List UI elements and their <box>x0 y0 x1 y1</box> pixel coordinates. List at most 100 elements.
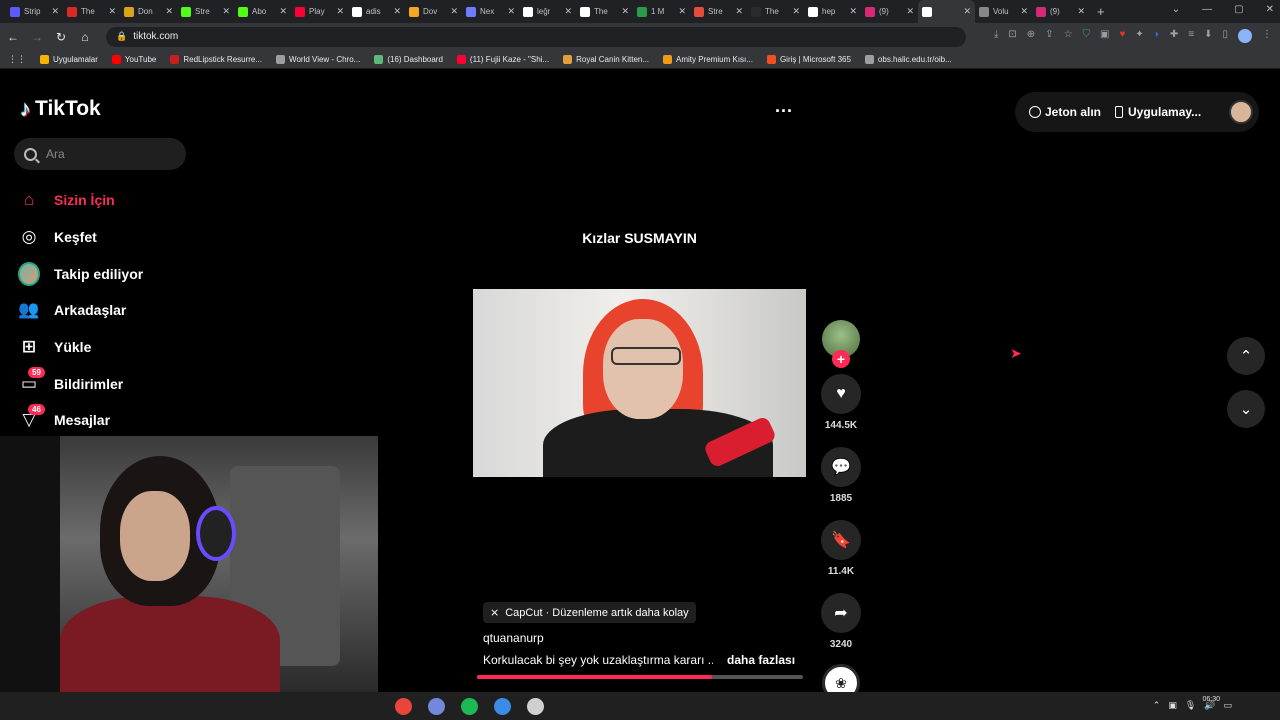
browser-tab[interactable]: Dov ✕ <box>405 0 462 23</box>
maximize-button[interactable]: ▢ <box>1234 4 1243 15</box>
close-tab-icon[interactable]: ✕ <box>792 6 800 17</box>
close-tab-icon[interactable]: ✕ <box>564 6 572 17</box>
close-tab-icon[interactable]: ✕ <box>507 6 515 17</box>
side-panel-icon[interactable]: ▯ <box>1222 29 1228 43</box>
taskbar-app-chrome-icon[interactable] <box>395 698 412 715</box>
get-coins-button[interactable]: Jeton alın <box>1029 105 1101 119</box>
close-tab-icon[interactable]: ✕ <box>849 6 857 17</box>
bookmark-item[interactable]: RedLipstick Resurre... <box>170 54 262 64</box>
close-tab-icon[interactable]: ✕ <box>963 6 971 17</box>
browser-tab[interactable]: (9) ✕ <box>1032 0 1089 23</box>
sidebar-item[interactable]: ▭ Bildirimler 59 <box>18 365 143 402</box>
browser-tab[interactable]: Stre ✕ <box>177 0 234 23</box>
taskbar-clock[interactable]: 06:30 <box>1202 695 1220 704</box>
browser-tab[interactable]: Stre ✕ <box>690 0 747 23</box>
back-button[interactable]: ← <box>2 30 24 44</box>
close-tab-icon[interactable]: ✕ <box>1077 6 1085 17</box>
taskbar-app-discord-icon[interactable] <box>428 698 445 715</box>
url-field[interactable]: 🔒 tiktok.com <box>106 26 966 47</box>
bookmark-item[interactable]: obs.halic.edu.tr/oib... <box>864 54 952 64</box>
minimize-button[interactable]: — <box>1202 4 1212 15</box>
network-icon[interactable]: ▭ <box>1223 700 1232 711</box>
close-tab-icon[interactable]: ✕ <box>165 6 173 17</box>
bookmark-item[interactable]: (16) Dashboard <box>374 54 443 64</box>
get-app-button[interactable]: Uygulamay... <box>1115 105 1201 119</box>
close-tab-icon[interactable]: ✕ <box>279 6 287 17</box>
close-tab-icon[interactable]: ✕ <box>222 6 230 17</box>
forward-button[interactable]: → <box>26 30 48 44</box>
tiktok-logo[interactable]: ♪ TikTok <box>20 96 101 122</box>
close-tab-icon[interactable]: ✕ <box>735 6 743 17</box>
close-tab-icon[interactable]: ✕ <box>51 6 59 17</box>
bookmark-star-icon[interactable]: ☆ <box>1064 29 1073 43</box>
follow-plus-icon[interactable]: + <box>832 350 850 368</box>
comment-button[interactable]: 💬 <box>821 447 861 487</box>
video-author[interactable]: qtuananurp <box>483 631 803 645</box>
tray-icon[interactable]: ▣ <box>1168 700 1177 711</box>
extension-icon[interactable]: ◗ <box>1154 29 1160 43</box>
close-tab-icon[interactable]: ✕ <box>336 6 344 17</box>
translate-icon[interactable]: ⊡ <box>1008 29 1016 43</box>
browser-tab[interactable]: ✕ <box>918 0 975 23</box>
bookmark-item[interactable]: Amity Premium Kısı... <box>663 54 753 64</box>
extension-shield-icon[interactable]: ⛉ <box>1083 29 1091 43</box>
extension-icon[interactable]: ♥ <box>1119 29 1125 43</box>
browser-tab[interactable]: Strip ✕ <box>6 0 63 23</box>
browser-tab[interactable]: Don ✕ <box>120 0 177 23</box>
save-button[interactable]: 🔖 <box>821 520 861 560</box>
install-icon[interactable]: ⤓ <box>994 29 998 43</box>
browser-tab[interactable]: The ✕ <box>576 0 633 23</box>
more-options-icon[interactable]: ... <box>775 96 793 117</box>
apps-grid-icon[interactable]: ⋮⋮ <box>8 54 26 65</box>
bookmark-item[interactable]: Giriş | Microsoft 365 <box>766 54 851 64</box>
zoom-icon[interactable]: ⊕ <box>1027 29 1035 43</box>
profile-avatar[interactable] <box>1238 29 1252 43</box>
browser-tab[interactable]: Abo ✕ <box>234 0 291 23</box>
taskbar-app-app-icon[interactable] <box>494 698 511 715</box>
sidebar-item[interactable]: ⌂ Sizin İçin <box>18 182 143 219</box>
bookmark-item[interactable]: (11) Fujii Kaze - "Shi... <box>456 54 549 64</box>
see-more-link[interactable]: daha fazlası <box>727 653 795 667</box>
browser-tab[interactable]: (9) ✕ <box>861 0 918 23</box>
share-icon[interactable]: ⇪ <box>1045 29 1053 43</box>
user-avatar[interactable] <box>1229 100 1253 124</box>
previous-video-button[interactable]: ⌃ <box>1227 337 1265 375</box>
browser-tab[interactable]: The ✕ <box>63 0 120 23</box>
close-tab-icon[interactable]: ✕ <box>108 6 116 17</box>
browser-tab[interactable]: Play ✕ <box>291 0 348 23</box>
creator-avatar[interactable]: + <box>822 320 860 368</box>
video-progress-bar[interactable] <box>477 675 803 679</box>
close-tab-icon[interactable]: ✕ <box>393 6 401 17</box>
search-icon[interactable] <box>24 147 37 161</box>
sidebar-item[interactable]: ⊞ Yükle <box>18 329 143 366</box>
browser-tab[interactable]: adis ✕ <box>348 0 405 23</box>
reload-button[interactable]: ↻ <box>50 30 72 44</box>
close-tab-icon[interactable]: ✕ <box>1020 6 1028 17</box>
taskbar-app-obs-icon[interactable] <box>527 698 544 715</box>
browser-tab[interactable]: Nex ✕ <box>462 0 519 23</box>
download-icon[interactable]: ⬇ <box>1204 29 1212 43</box>
capcut-anchor[interactable]: ⨯ CapCut · Düzenleme artık daha kolay <box>483 602 696 623</box>
taskbar-app-spotify-icon[interactable] <box>461 698 478 715</box>
tray-up-icon[interactable]: ⌃ <box>1153 700 1161 711</box>
browser-tab[interactable]: 1 M ✕ <box>633 0 690 23</box>
browser-tab[interactable]: leğr ✕ <box>519 0 576 23</box>
close-tab-icon[interactable]: ✕ <box>906 6 914 17</box>
like-button[interactable]: ♥ <box>821 374 861 414</box>
reading-list-icon[interactable]: ≡ <box>1188 29 1194 43</box>
browser-tab[interactable]: The ✕ <box>747 0 804 23</box>
bookmark-item[interactable]: YouTube <box>111 54 156 64</box>
home-button[interactable]: ⌂ <box>74 30 96 44</box>
close-tab-icon[interactable]: ✕ <box>450 6 458 17</box>
puzzle-icon[interactable]: ✚ <box>1170 29 1178 43</box>
mic-icon[interactable]: 🎙 <box>1185 700 1196 711</box>
sidebar-item[interactable]: ▽ Mesajlar 46 <box>18 402 143 439</box>
menu-icon[interactable]: ⋮ <box>1262 29 1272 43</box>
search-input[interactable] <box>46 147 176 161</box>
browser-tab[interactable]: Volu ✕ <box>975 0 1032 23</box>
close-tab-icon[interactable]: ✕ <box>621 6 629 17</box>
share-button[interactable]: ➦ <box>821 593 861 633</box>
close-tab-icon[interactable]: ✕ <box>678 6 686 17</box>
bookmark-item[interactable]: Royal Canin Kitten... <box>563 54 649 64</box>
bookmark-item[interactable]: World View - Chro... <box>276 54 360 64</box>
